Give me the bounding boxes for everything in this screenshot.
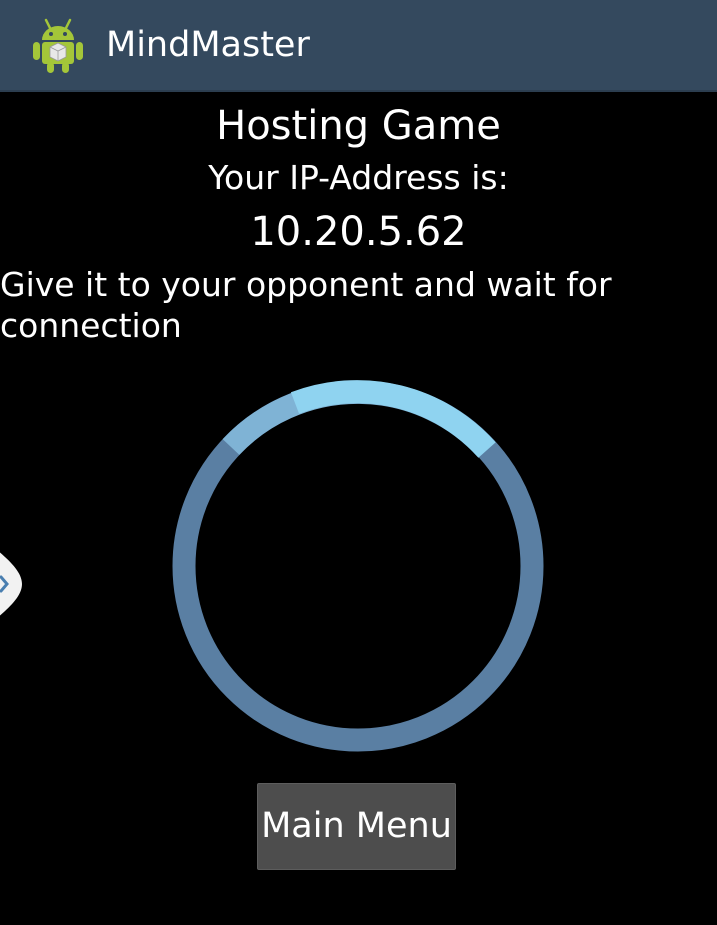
progress-spinner-icon <box>172 380 544 752</box>
ip-label: Your IP-Address is: <box>208 158 509 197</box>
side-panel-handle[interactable] <box>0 522 22 646</box>
page-title: Hosting Game <box>216 103 501 149</box>
main-menu-button[interactable]: Main Menu <box>257 783 456 870</box>
app-title: MindMaster <box>106 25 310 65</box>
android-robot-icon[interactable] <box>30 16 86 74</box>
instructions-text: Give it to your opponent and wait for co… <box>0 265 612 345</box>
ip-address-value: 10.20.5.62 <box>250 209 467 255</box>
action-bar: MindMaster <box>0 0 717 92</box>
